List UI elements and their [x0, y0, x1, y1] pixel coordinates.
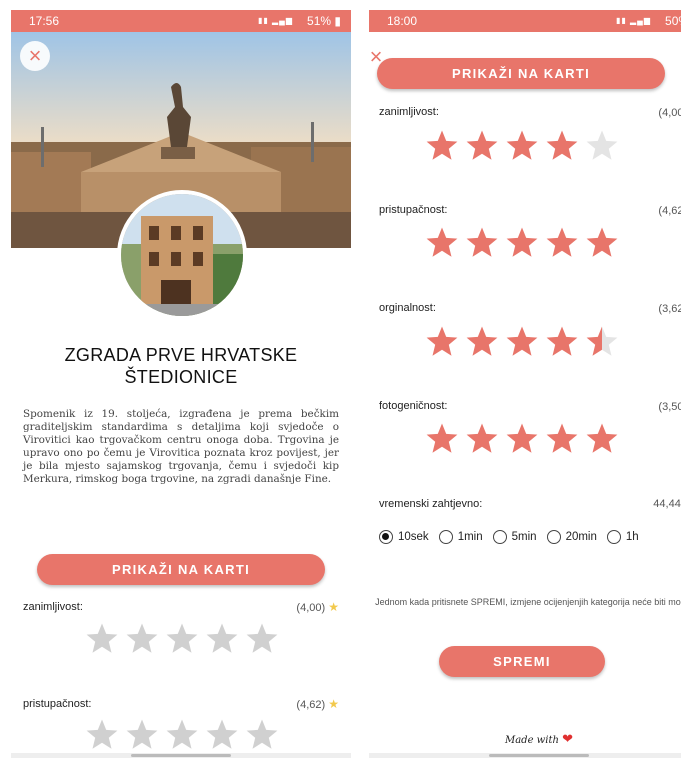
made-with-footer: Made with ❤: [504, 732, 573, 747]
star-icon[interactable]: [505, 422, 539, 456]
star-icon[interactable]: [465, 129, 499, 163]
status-bar: 17:56 ▮▮ ▂▄▆ 51% ▮: [11, 10, 351, 32]
star-icon[interactable]: [85, 622, 119, 656]
star-icon[interactable]: [125, 622, 159, 656]
radio-1h[interactable]: 1h: [606, 530, 639, 544]
rating-value-accessibility: (4,62) ★: [296, 697, 339, 711]
radio-circle[interactable]: [438, 530, 453, 544]
star-icon[interactable]: [425, 226, 459, 260]
star-icon[interactable]: [245, 622, 279, 656]
rating-label-photogenic: fotogeničnost:: [379, 400, 448, 412]
rating-label-originality: orginalnost:: [379, 302, 436, 314]
small-star-icon: ★: [328, 600, 339, 614]
right-screen: 18:00 ▮▮ ▂▄▆ 50% ▮ PRIKAŽI NA KARTI × za…: [369, 10, 681, 758]
radio-circle[interactable]: [379, 530, 393, 544]
rating-label-interest: zanimljivost:: [379, 106, 439, 118]
star-rating-accessibility[interactable]: [425, 226, 619, 260]
rating-value-accessibility: (4,62) ★: [658, 205, 681, 217]
radio-circle[interactable]: [606, 530, 621, 544]
battery-level: 51% ▮: [307, 14, 341, 28]
star-icon[interactable]: [425, 325, 459, 359]
star-rating-accessibility[interactable]: [85, 718, 279, 752]
radio-10sek[interactable]: 10sek: [379, 530, 429, 544]
save-button[interactable]: SPREMI: [439, 646, 605, 677]
signal-icon: ▮▮ ▂▄▆: [258, 16, 293, 25]
star-icon[interactable]: [585, 422, 619, 456]
star-icon[interactable]: [505, 129, 539, 163]
star-icon[interactable]: [125, 718, 159, 752]
star-rating-originality[interactable]: [425, 325, 619, 359]
star-icon[interactable]: [545, 422, 579, 456]
place-description: Spomenik iz 19. stoljeća, izgrađena je p…: [23, 408, 339, 485]
star-icon[interactable]: [465, 422, 499, 456]
signal-icon: ▮▮ ▂▄▆: [616, 16, 651, 25]
star-icon[interactable]: [545, 129, 579, 163]
close-button[interactable]: ×: [20, 41, 50, 71]
rating-value-interest: (4,00) ★: [658, 107, 681, 119]
time-demand-value: 44,44 sek: [653, 498, 681, 510]
show-on-map-button[interactable]: PRIKAŽI NA KARTI: [377, 58, 665, 89]
star-icon[interactable]: [585, 129, 619, 163]
star-icon[interactable]: [165, 622, 199, 656]
star-icon[interactable]: [165, 718, 199, 752]
star-rating-photogenic[interactable]: [425, 422, 619, 456]
rating-value-photogenic: (3,50) ★: [658, 401, 681, 413]
time-demand-label: vremenski zahtjevno:: [379, 498, 483, 510]
radio-20min[interactable]: 20min: [546, 530, 597, 544]
status-time: 18:00: [387, 14, 418, 28]
star-icon[interactable]: [205, 622, 239, 656]
nav-bar: [11, 753, 351, 758]
star-icon[interactable]: [585, 325, 619, 359]
radio-circle[interactable]: [546, 530, 561, 544]
left-screen: 17:56 ▮▮ ▂▄▆ 51% ▮ × ZGRADA PRVE HRVATSK…: [11, 10, 351, 758]
star-icon[interactable]: [425, 129, 459, 163]
star-icon[interactable]: [505, 325, 539, 359]
radio-1min[interactable]: 1min: [438, 530, 483, 544]
star-rating-interest[interactable]: [425, 129, 619, 163]
nav-bar: [369, 753, 681, 758]
battery-level: 50% ▮: [665, 14, 681, 28]
rating-label-accessibility: pristupačnost:: [23, 698, 92, 710]
rating-value-originality: (3,62) ★: [658, 303, 681, 315]
time-options: 10sek 1min 5min 20min 1h: [379, 530, 639, 544]
star-icon[interactable]: [465, 226, 499, 260]
star-icon[interactable]: [245, 718, 279, 752]
radio-5min[interactable]: 5min: [492, 530, 537, 544]
status-time: 17:56: [29, 14, 60, 28]
save-note: Jednom kada pritisnete SPREMI, izmjene o…: [375, 597, 681, 607]
star-icon[interactable]: [425, 422, 459, 456]
building-thumbnail: [117, 190, 247, 320]
place-title: ZGRADA PRVE HRVATSKE ŠTEDIONICE: [64, 345, 298, 387]
star-icon[interactable]: [505, 226, 539, 260]
star-icon[interactable]: [585, 226, 619, 260]
show-on-map-button[interactable]: PRIKAŽI NA KARTI: [37, 554, 325, 585]
small-star-icon: ★: [328, 697, 339, 711]
star-icon[interactable]: [205, 718, 239, 752]
rating-label-accessibility: pristupačnost:: [379, 204, 448, 216]
star-icon[interactable]: [545, 325, 579, 359]
star-icon[interactable]: [85, 718, 119, 752]
heart-icon: ❤: [562, 732, 573, 747]
status-bar: 18:00 ▮▮ ▂▄▆ 50% ▮: [369, 10, 681, 32]
radio-circle[interactable]: [492, 530, 507, 544]
star-icon[interactable]: [545, 226, 579, 260]
rating-value-interest: (4,00) ★: [296, 600, 339, 614]
star-icon[interactable]: [465, 325, 499, 359]
rating-label-interest: zanimljivost:: [23, 601, 83, 613]
star-rating-interest[interactable]: [85, 622, 279, 656]
